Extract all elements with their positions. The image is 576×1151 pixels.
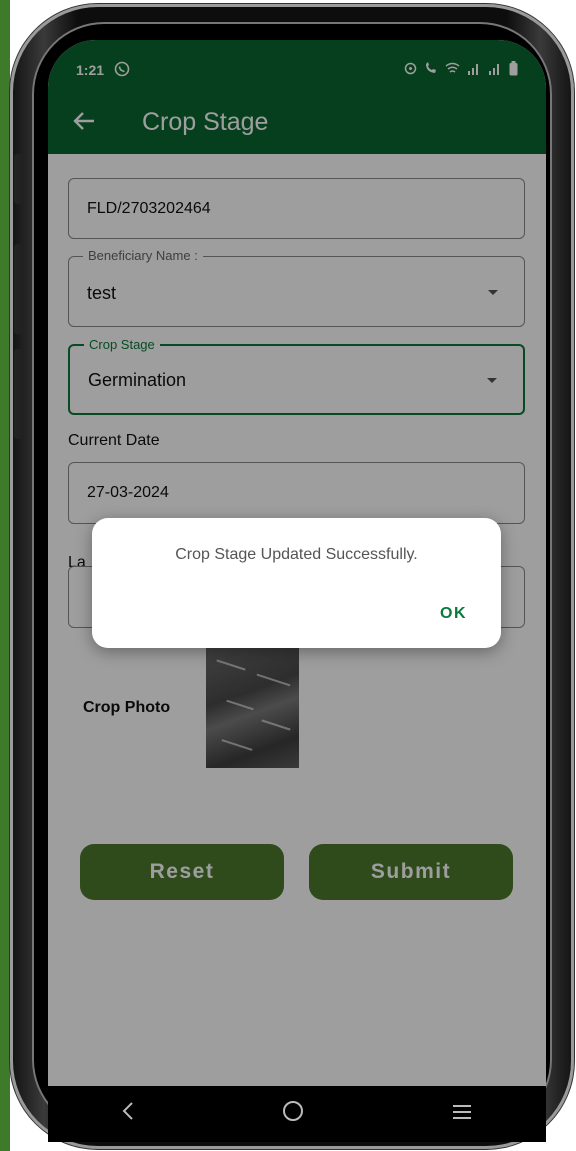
- dialog-message: Crop Stage Updated Successfully.: [175, 546, 418, 563]
- nav-home-icon[interactable]: [282, 1100, 304, 1129]
- screen: 1:21 Crop Stage FLD/2703202464 Beneficia…: [48, 40, 546, 1088]
- nav-recents-icon[interactable]: [451, 1100, 473, 1128]
- background-stripe: [0, 0, 10, 1151]
- volume-button: [14, 244, 22, 334]
- nav-back-icon[interactable]: [121, 1100, 135, 1128]
- power-button: [14, 349, 22, 439]
- success-dialog: Crop Stage Updated Successfully. OK: [92, 518, 501, 648]
- volume-button: [14, 154, 22, 204]
- navigation-bar: [48, 1086, 546, 1142]
- ok-button[interactable]: OK: [440, 605, 467, 623]
